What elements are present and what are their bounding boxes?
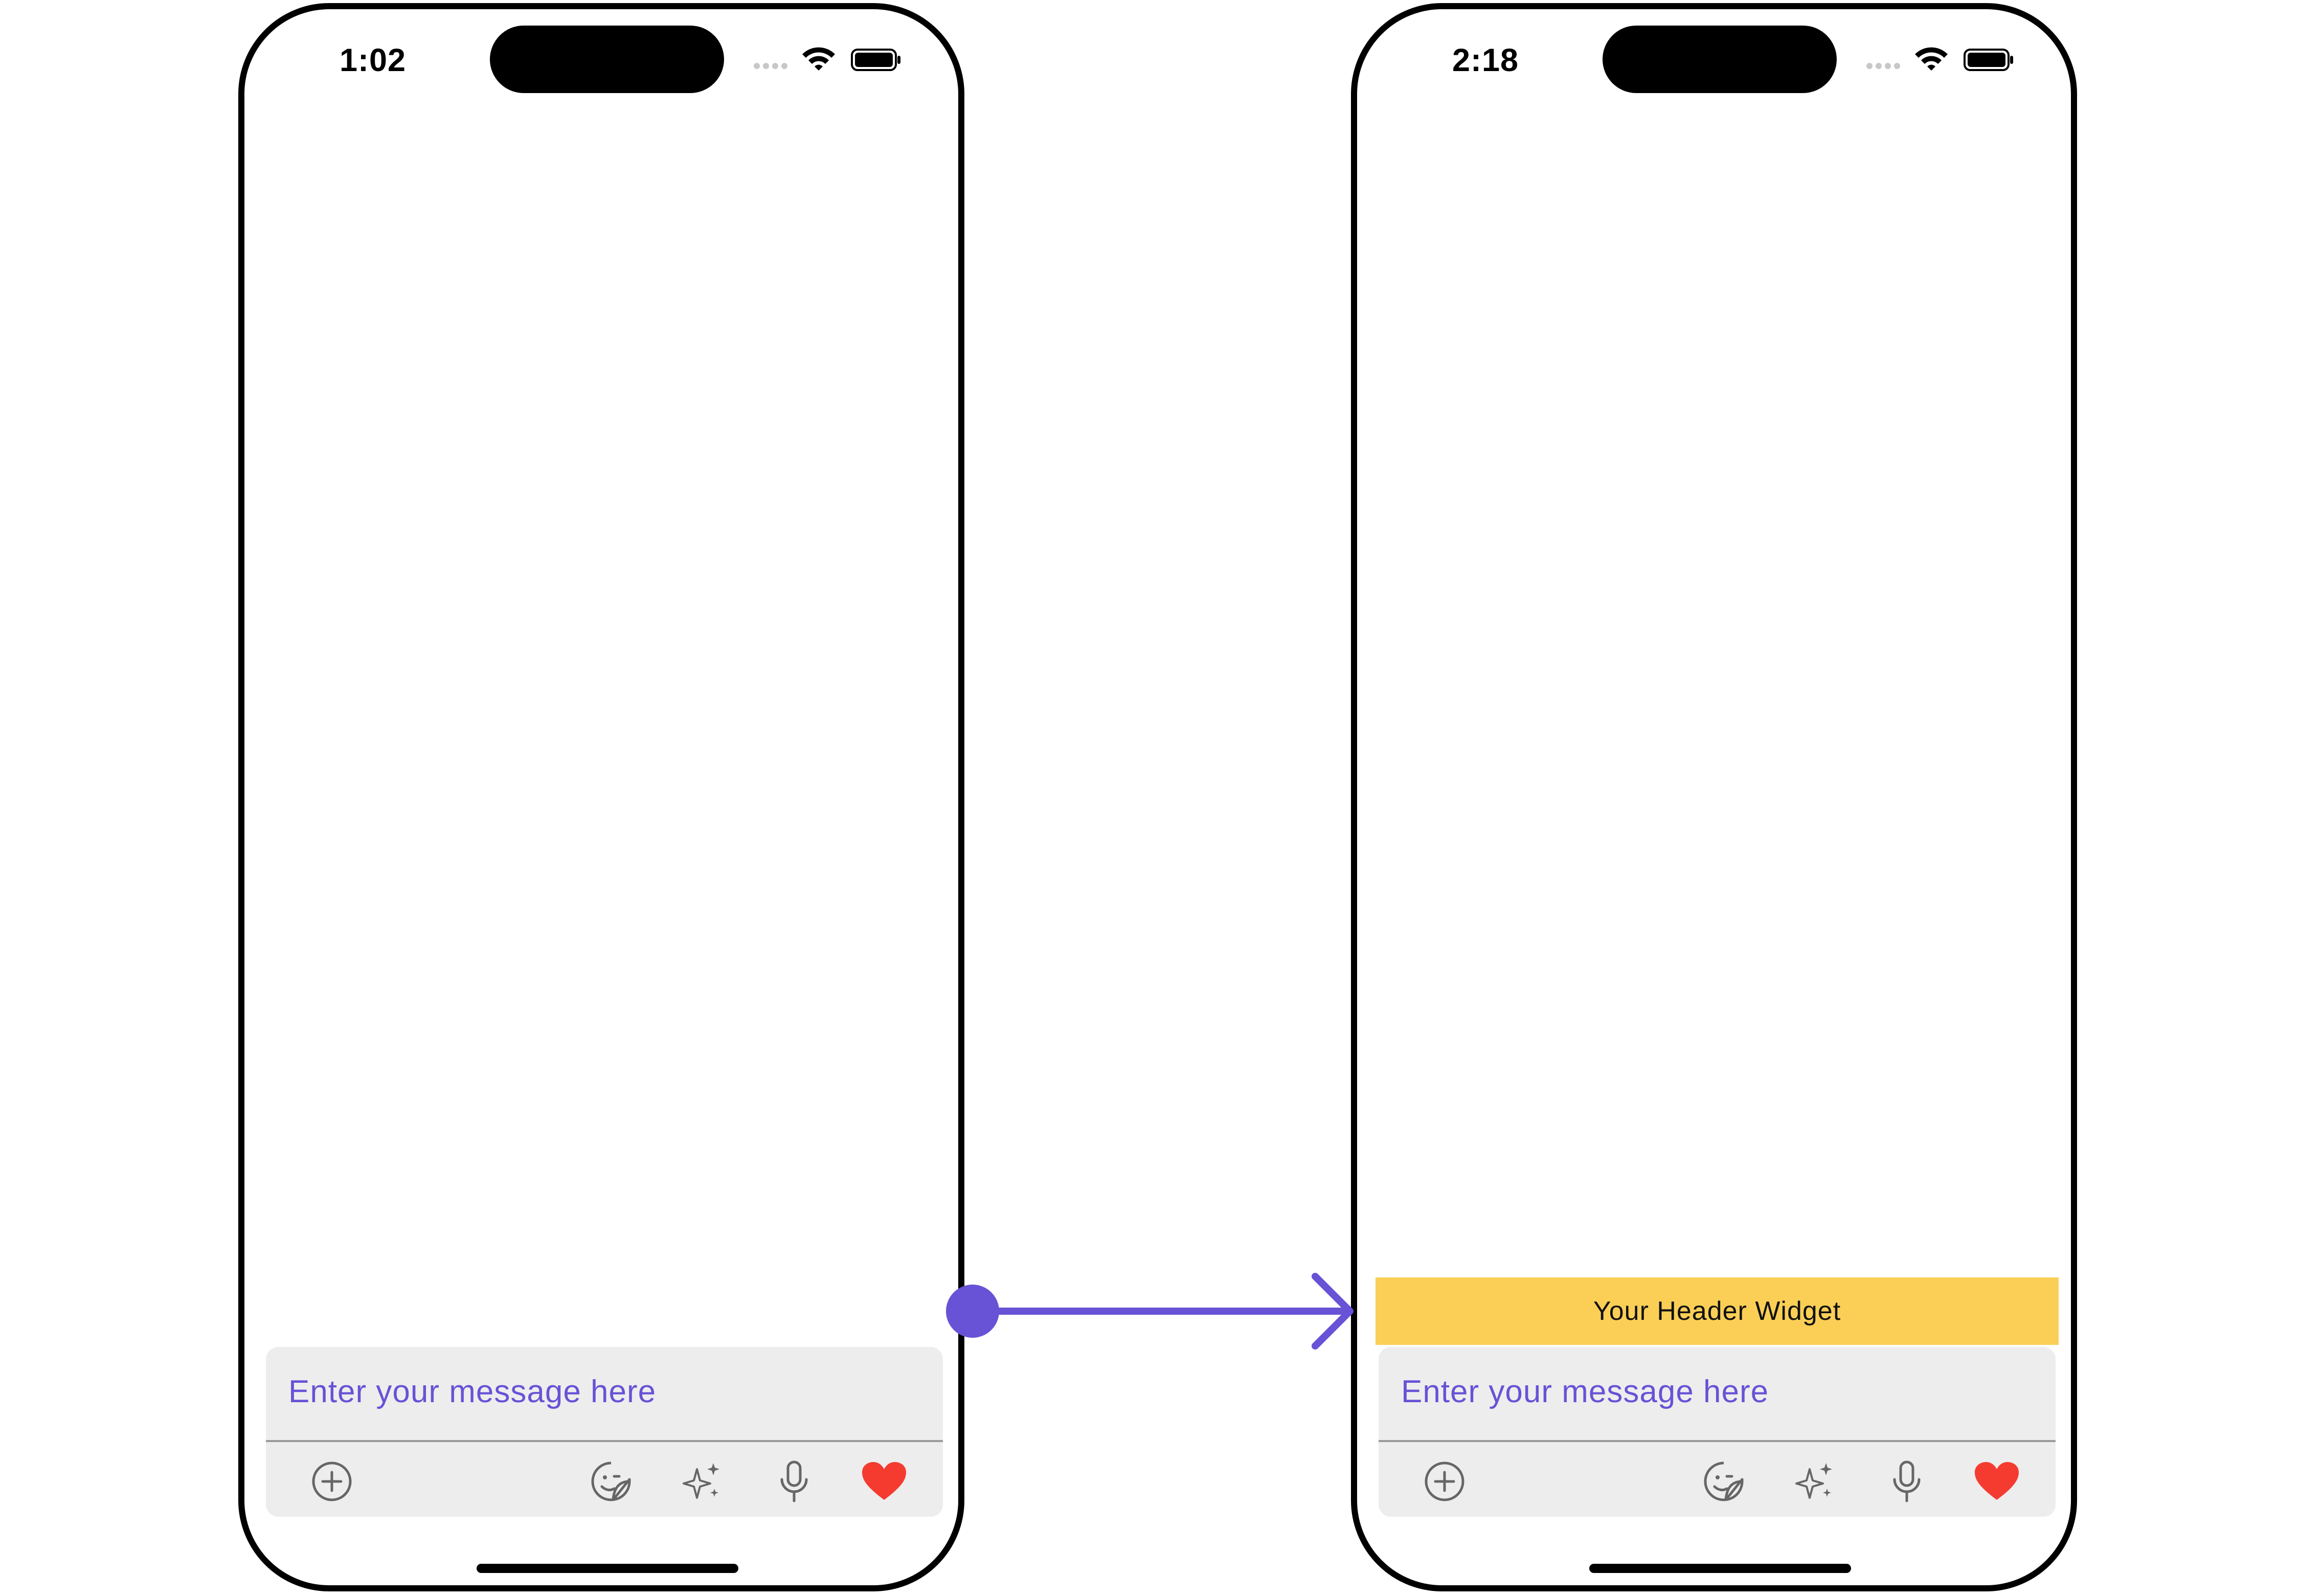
wifi-icon [802, 47, 835, 71]
home-indicator [1589, 1564, 1851, 1573]
status-time: 2:18 [1452, 42, 1519, 78]
signal-dots-icon [1866, 62, 1903, 70]
dynamic-island [490, 26, 724, 93]
message-input[interactable]: Enter your message here [288, 1374, 656, 1410]
heart-icon[interactable] [861, 1458, 907, 1504]
sparkles-icon[interactable] [1792, 1458, 1838, 1504]
status-time: 1:02 [340, 42, 407, 78]
sticker-icon[interactable] [1701, 1458, 1747, 1504]
microphone-icon[interactable] [771, 1458, 817, 1504]
wifi-icon [1915, 47, 1948, 71]
sparkles-icon[interactable] [679, 1458, 725, 1504]
heart-icon[interactable] [1974, 1458, 2020, 1504]
battery-icon [851, 49, 900, 71]
phone-before: 1:02 Enter your message here [238, 3, 964, 1591]
phone-after: 2:18 Your Header Widget Enter your messa… [1351, 3, 2077, 1591]
header-widget-label: Your Header Widget [1593, 1296, 1841, 1326]
dynamic-island [1603, 26, 1837, 93]
composer-divider [266, 1440, 943, 1442]
signal-dots-icon [754, 62, 791, 70]
battery-icon [1964, 49, 2013, 71]
status-icons [1866, 45, 2015, 76]
add-circle-icon[interactable] [309, 1458, 355, 1504]
home-indicator [477, 1564, 738, 1573]
microphone-icon[interactable] [1884, 1458, 1930, 1504]
status-icons [754, 45, 902, 76]
header-widget: Your Header Widget [1376, 1277, 2059, 1345]
message-input[interactable]: Enter your message here [1401, 1374, 1769, 1410]
message-composer[interactable]: Enter your message here [1379, 1347, 2056, 1517]
sticker-icon[interactable] [588, 1458, 634, 1504]
composer-divider [1379, 1440, 2056, 1442]
add-circle-icon[interactable] [1422, 1458, 1468, 1504]
message-composer[interactable]: Enter your message here [266, 1347, 943, 1517]
